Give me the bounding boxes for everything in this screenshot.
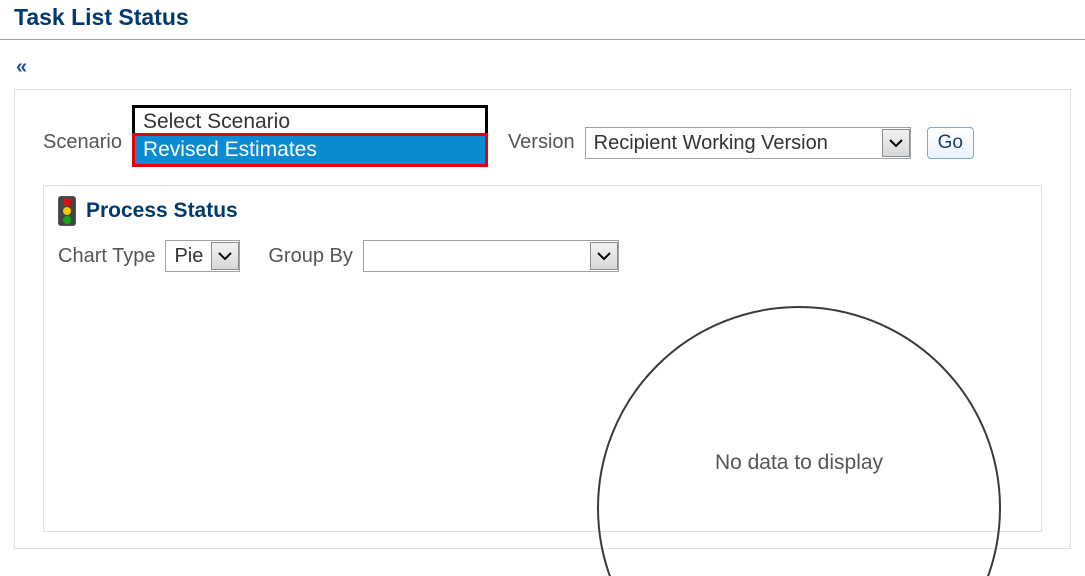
group-by-label: Group By xyxy=(268,245,352,268)
scenario-label: Scenario xyxy=(43,105,122,154)
process-status-panel: Process Status Chart Type Pie Group By N… xyxy=(43,185,1042,532)
panel-header: Process Status xyxy=(58,196,1027,226)
chart-type-label: Chart Type xyxy=(58,245,155,268)
scenario-option-revised-estimates[interactable]: Revised Estimates xyxy=(132,133,488,167)
chart-type-value: Pie xyxy=(166,245,211,268)
traffic-light-icon xyxy=(58,196,76,226)
version-dropdown[interactable]: Recipient Working Version xyxy=(585,127,911,159)
chart-type-dropdown[interactable]: Pie xyxy=(165,240,240,272)
page-title: Task List Status xyxy=(0,0,1085,39)
chevron-down-icon[interactable] xyxy=(882,129,910,157)
chevron-down-icon[interactable] xyxy=(590,242,618,270)
version-label: Version xyxy=(508,105,575,154)
divider xyxy=(0,39,1085,40)
chart-controls: Chart Type Pie Group By xyxy=(58,240,1027,272)
empty-state-text: No data to display xyxy=(715,451,883,475)
pie-chart-placeholder: No data to display xyxy=(597,306,1001,576)
panel-title: Process Status xyxy=(86,199,238,223)
group-by-dropdown[interactable] xyxy=(363,240,619,272)
filter-panel: Scenario Select Scenario Revised Estimat… xyxy=(14,89,1071,549)
scenario-dropdown[interactable]: Select Scenario Revised Estimates xyxy=(132,105,488,167)
filter-row: Scenario Select Scenario Revised Estimat… xyxy=(43,105,1042,167)
go-button[interactable]: Go xyxy=(927,127,974,159)
collapse-panel-button[interactable]: « xyxy=(0,54,43,81)
version-value: Recipient Working Version xyxy=(586,132,882,155)
chevron-down-icon[interactable] xyxy=(211,242,239,270)
scenario-placeholder[interactable]: Select Scenario xyxy=(135,108,485,136)
